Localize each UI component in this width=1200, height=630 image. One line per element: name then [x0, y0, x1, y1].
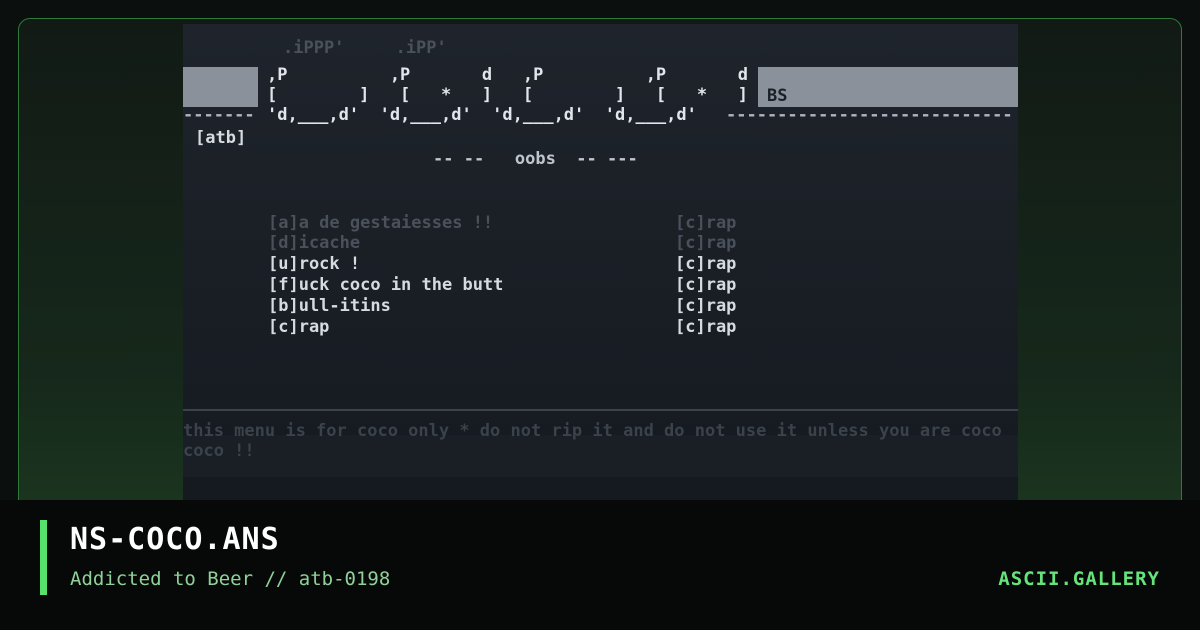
footer-band	[183, 435, 1018, 477]
logo-row-1: ,P ,P d ,P ,P d	[267, 65, 749, 85]
menu-item-left: [f]uck coco in the butt	[268, 275, 504, 295]
info-bar	[0, 500, 1200, 630]
faint-top-art: .iPPP' .iPP'	[283, 38, 447, 58]
logo-row-2: [ ] [ * ] [ ] [ * ]	[267, 85, 749, 105]
file-title: NS-COCO.ANS	[70, 522, 280, 557]
menu-item-left: [b]ull-itins	[268, 296, 391, 316]
logo-row-3: 'd,___,d' 'd,___,d' 'd,___,d' 'd,___,d'	[267, 105, 697, 125]
menu-item-right: [c]rap	[675, 233, 737, 253]
menu-item-right: [c]rap	[675, 296, 737, 316]
dashes-left: -------	[183, 105, 255, 125]
left-gray-bar	[183, 67, 258, 107]
menu-item-left: [c]rap	[268, 317, 330, 337]
bs-label: BS	[767, 86, 788, 106]
group-tag: [atb]	[195, 128, 247, 148]
ansi-artwork: .iPPP' .iPP' BS ,P ,P d ,P ,P d [ ] [ * …	[183, 24, 1018, 500]
file-subtitle: Addicted to Beer // atb-0198	[70, 568, 391, 590]
menu-item-right: [c]rap	[675, 254, 737, 274]
dashes-right: ----------------------------	[726, 105, 1013, 125]
menu-item-left: [a]a de gestaiesses !!	[268, 213, 494, 233]
divider	[183, 409, 1018, 411]
menu-item-right: [c]rap	[675, 317, 737, 337]
right-gray-bar	[758, 67, 1018, 107]
accent-bar	[40, 520, 47, 595]
menu-item-right: [c]rap	[675, 213, 737, 233]
site-brand[interactable]: ASCII.GALLERY	[998, 568, 1160, 590]
footer-line-2: coco !!	[183, 441, 255, 461]
footer-line-1: this menu is for coco only * do not rip …	[183, 421, 1002, 441]
subtitle-line: -- -- oobs -- ---	[433, 149, 638, 169]
menu-item-left: [d]icache	[268, 233, 361, 253]
menu-item-left: [u]rock !	[268, 254, 361, 274]
menu-item-right: [c]rap	[675, 275, 737, 295]
